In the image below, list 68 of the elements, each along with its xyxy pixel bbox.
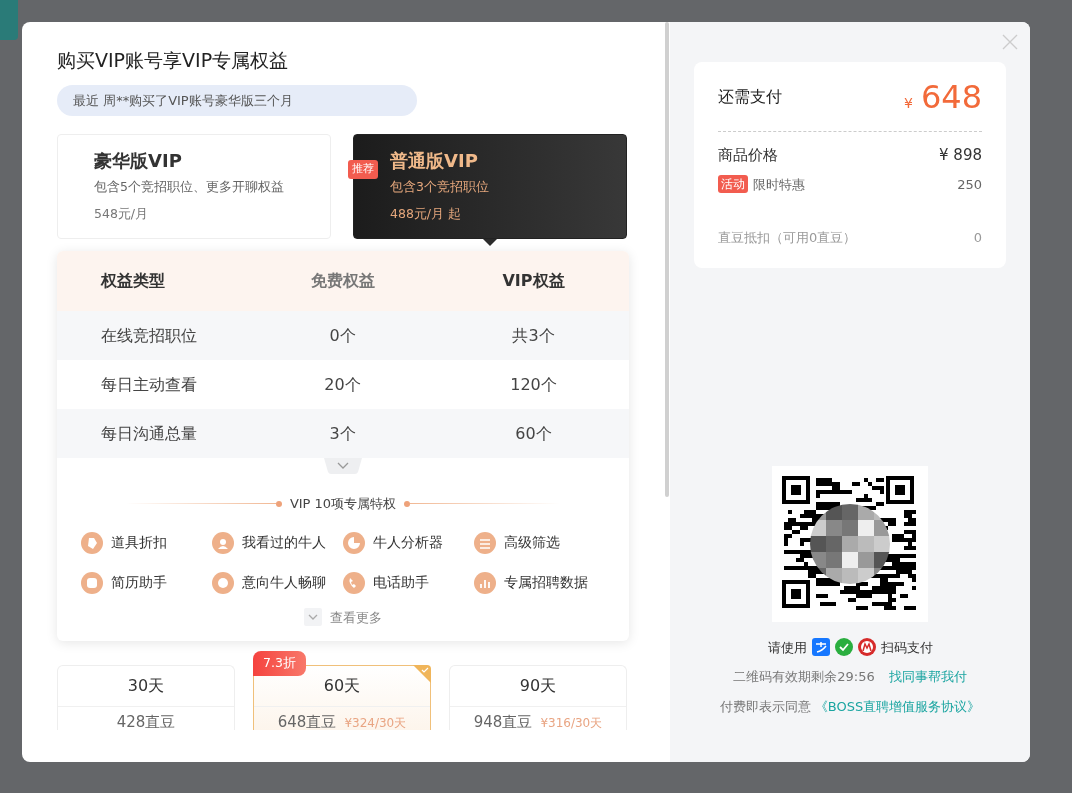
plan-price: 428直豆 [116, 712, 176, 733]
column-header: 权益类型 [99, 270, 166, 292]
unit-price: ¥324/30天 [344, 715, 407, 732]
privilege-label: 专属招聘数据 [504, 573, 588, 593]
amount-due-label: 还需支付 [718, 85, 782, 108]
plan-duration: 90天 [450, 666, 626, 707]
close-icon[interactable] [1002, 34, 1018, 50]
person-icon [212, 531, 234, 554]
promo-tag: 活动 [718, 175, 748, 194]
privilege-label: 牛人分析器 [373, 533, 443, 553]
unit-price: ¥316/30天 [540, 715, 603, 732]
alipay-icon [811, 638, 830, 657]
table-cell-text: 每日主动查看 [100, 373, 198, 396]
table-cell-text: 每日沟通总量 [100, 422, 198, 445]
column-header: VIP权益 [501, 270, 566, 292]
amount-due: 648 [920, 76, 982, 118]
price-value: ¥ 898 [939, 145, 982, 166]
plan-card[interactable]: 90天 948直豆 ¥316/30天 [449, 665, 627, 730]
expand-chevron-icon[interactable] [324, 458, 362, 474]
table-cell-text: 0个 [328, 324, 357, 347]
privilege-label: 我看过的牛人 [242, 533, 326, 553]
price-value: 0 [973, 229, 982, 247]
plan-duration: 30天 [58, 666, 234, 707]
dialog-title: 购买VIP账号享VIP专属权益 [57, 48, 290, 73]
wechat-pay-icon [834, 638, 853, 657]
package-card[interactable]: 豪华版VIP 包含5个竞招职位、更多开聊权益 548元/月 [57, 134, 331, 239]
check-icon [413, 665, 431, 683]
chevron-down-icon [304, 608, 322, 627]
package-name: 豪华版VIP [94, 149, 183, 173]
price-value: 250 [957, 175, 982, 194]
price-label: 限时特惠 [753, 175, 805, 194]
table-cell-text: 在线竞招职位 [100, 324, 198, 347]
phone-icon [343, 571, 365, 594]
scrollbar-thumb[interactable] [665, 22, 669, 497]
privileges-title: VIP 10项专属特权 [289, 495, 397, 513]
plan-card[interactable]: 30天 428直豆 [57, 665, 235, 730]
currency-symbol: ¥ [904, 93, 913, 113]
package-price: 548元/月 [94, 204, 150, 223]
plan-price: 648直豆 [277, 712, 337, 733]
price-label: 直豆抵扣（可用0直豆） [718, 229, 857, 247]
pay-action: 扫码支付 [880, 638, 933, 657]
privilege-label: 道具折扣 [111, 533, 167, 553]
see-more-link[interactable]: 查看更多 [57, 607, 629, 627]
table-cell-text: 60个 [514, 422, 553, 445]
table-cell-text: 共3个 [511, 324, 556, 347]
agreement-text: 付费即表示同意 [719, 697, 811, 716]
table-cell-text: 120个 [509, 373, 558, 396]
pay-prompt: 请使用 [767, 638, 807, 657]
price-label: 商品价格 [718, 145, 778, 166]
filter-icon [474, 531, 496, 554]
bar-chart-icon [474, 571, 496, 594]
privilege-label: 高级筛选 [504, 533, 560, 553]
privilege-label: 意向牛人畅聊 [242, 573, 326, 593]
plan-price: 948直豆 [473, 712, 533, 733]
qr-expiry: 二维码有效期剩余29:56 [733, 668, 875, 686]
privilege-label: 简历助手 [111, 573, 167, 593]
table-cell-text: 20个 [323, 373, 362, 396]
recommend-badge: 推荐 [348, 160, 378, 179]
bank-icon [857, 638, 876, 657]
package-description: 包含5个竞招职位、更多开聊权益 [94, 178, 285, 196]
table-cell-text: 3个 [328, 422, 357, 445]
column-header: 免费权益 [309, 270, 376, 292]
package-price: 488元/月 起 [390, 204, 463, 223]
package-description: 包含3个竞招职位 [390, 178, 490, 196]
privilege-label: 电话助手 [373, 573, 429, 593]
purchase-notice: 最近 周**购买了VIP账号豪华版三个月 [57, 84, 417, 116]
package-name: 普通版VIP [390, 149, 479, 173]
pie-chart-icon [343, 531, 365, 554]
